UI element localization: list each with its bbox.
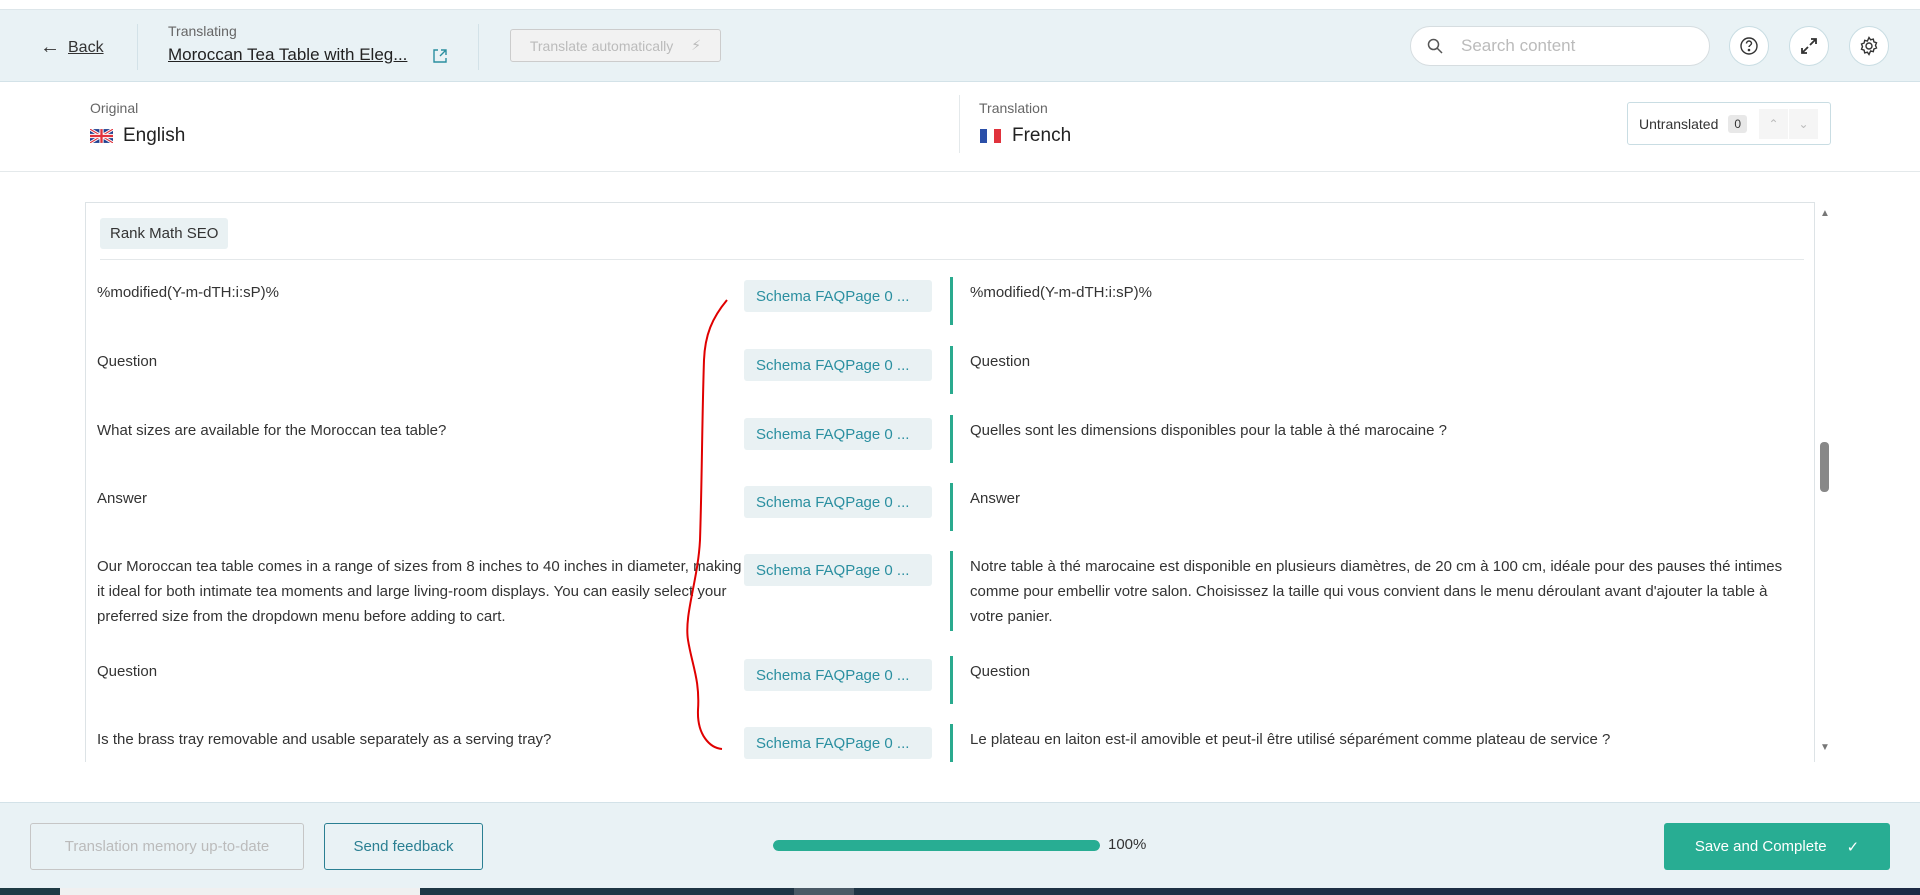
scroll-up-arrow-icon[interactable]: ▲ [1820,208,1830,219]
header-bar: ← Back Translating Moroccan Tea Table wi… [0,10,1920,82]
segment-tag[interactable]: Schema FAQPage 0 ... [744,280,932,312]
scroll-down-arrow-icon[interactable]: ▼ [1820,742,1830,753]
save-and-complete-button[interactable]: Save and Complete ✓ [1664,823,1890,870]
translating-label: Translating [168,23,237,39]
document-title-link[interactable]: Moroccan Tea Table with Eleg... [168,45,407,65]
translation-label: Translation [979,100,1048,116]
target-text-field[interactable]: Le plateau en laiton est-il amovible et … [970,727,1800,752]
segment-tag[interactable]: Schema FAQPage 0 ... [744,659,932,691]
next-untranslated-button[interactable]: ⌄ [1789,108,1820,139]
help-icon [1740,37,1758,55]
back-label: Back [68,38,104,56]
search-box[interactable] [1410,26,1710,66]
segment-tag[interactable]: Schema FAQPage 0 ... [744,418,932,450]
target-text-field[interactable]: Question [970,659,1800,684]
source-text: Question [97,663,158,680]
divider [137,24,138,70]
target-text-field[interactable]: Answer [970,486,1800,511]
arrow-left-icon: ← [40,36,60,58]
untranslated-navigator: Untranslated 0 ⌃ ⌄ [1627,102,1831,145]
translation-content: Rank Math SEO %modified(Y-m-dTH:i:sP)% S… [85,202,1815,762]
translation-memory-button[interactable]: Translation memory up-to-date [30,823,304,870]
gear-icon [1860,36,1878,56]
france-flag-icon [980,129,1001,143]
translation-language-name: French [1012,125,1072,146]
back-button[interactable]: ← Back [40,36,104,59]
source-text: What sizes are available for the Morocca… [97,422,447,439]
segment-tag[interactable]: Schema FAQPage 0 ... [744,554,932,586]
search-icon [1427,38,1443,54]
source-text: Answer [97,490,148,507]
original-label: Original [90,100,139,116]
target-text-field[interactable]: Question [970,349,1800,374]
previous-untranslated-button[interactable]: ⌃ [1759,108,1790,139]
divider [959,95,960,153]
untranslated-label: Untranslated [1639,115,1719,132]
translated-indicator [950,483,953,531]
original-language: English [90,125,185,147]
translated-indicator [950,656,953,704]
progress-label: 100% [1108,836,1147,853]
help-button[interactable] [1729,26,1769,66]
section-label: Rank Math SEO [100,218,229,249]
divider [478,24,479,70]
source-text: Is the brass tray removable and usable s… [97,731,552,748]
translated-indicator [950,551,953,631]
taskbar [0,888,1920,895]
save-label: Save and Complete [1694,838,1827,855]
target-text-field[interactable]: %modified(Y-m-dTH:i:sP)% [970,280,1800,305]
translate-automatically-label: Translate automatically [529,37,674,54]
target-text-field[interactable]: Quelles sont les dimensions disponibles … [970,418,1800,443]
scrollbar-thumb[interactable] [1820,442,1829,492]
original-language-name: English [123,125,186,146]
language-bar: Original English Translation French Untr… [0,83,1920,172]
divider [100,259,1804,260]
untranslated-count: 0 [1728,114,1748,133]
settings-button[interactable] [1849,26,1889,66]
target-text-field[interactable]: Notre table à thé marocaine est disponib… [970,554,1800,629]
segment-tag[interactable]: Schema FAQPage 0 ... [744,727,932,759]
checkmark-icon: ✓ [1846,838,1860,856]
expand-icon [1801,38,1817,54]
translated-indicator [950,415,953,463]
progress-fill [773,840,1100,851]
external-link-icon[interactable] [432,48,448,64]
footer-bar: Translation memory up-to-date Send feedb… [0,802,1920,888]
translation-language: French [979,125,1071,147]
content-scrollbar[interactable]: ▲ ▼ [1815,202,1835,762]
translated-indicator [950,346,953,394]
fullscreen-button[interactable] [1789,26,1829,66]
source-text: Question [97,353,158,370]
search-input[interactable] [1461,36,1681,56]
lightning-icon: ⚡︎ [691,37,702,53]
segment-tag[interactable]: Schema FAQPage 0 ... [744,349,932,381]
source-text: Our Moroccan tea table comes in a range … [97,558,742,625]
segment-tag[interactable]: Schema FAQPage 0 ... [744,486,932,518]
send-feedback-button[interactable]: Send feedback [324,823,483,870]
translated-indicator [950,277,953,325]
progress-bar [773,840,1100,851]
translate-automatically-button[interactable]: Translate automatically ⚡︎ [510,29,721,62]
translated-indicator [950,724,953,762]
top-strip [0,0,1920,10]
uk-flag-icon [90,129,113,143]
source-text: %modified(Y-m-dTH:i:sP)% [97,284,279,301]
